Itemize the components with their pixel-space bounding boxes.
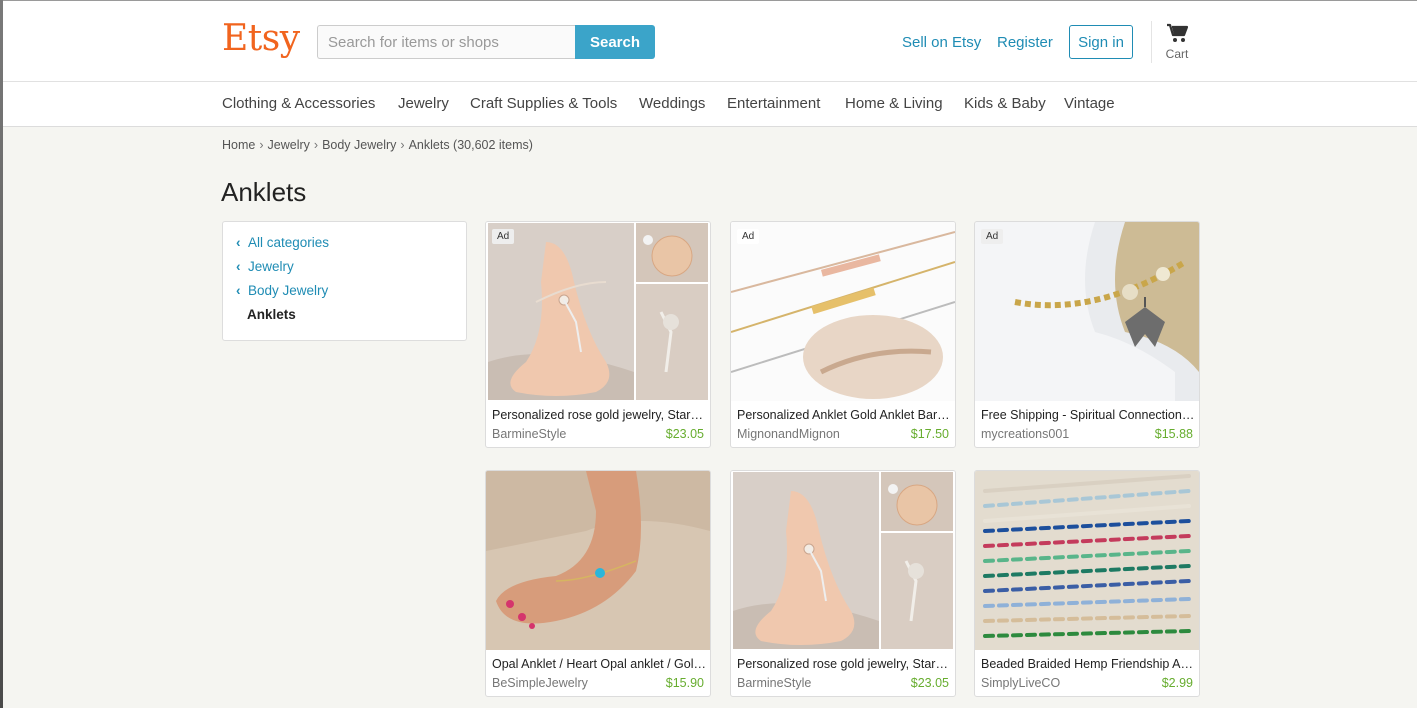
sidebar-body-jewelry[interactable]: ‹ Body Jewelry (236, 283, 328, 298)
listing-card[interactable]: Ad Personalized rose gold jewelry, Starf… (485, 221, 711, 448)
chevron-left-icon: ‹ (236, 259, 241, 274)
listing-image[interactable] (731, 471, 955, 650)
listing-shop[interactable]: BarmineStyle (492, 427, 566, 441)
cart-icon (1167, 23, 1188, 42)
listing-card[interactable]: Ad Free Shipping - Spiritual Connection … (974, 221, 1200, 448)
breadcrumb-separator: › (313, 138, 319, 152)
listing-price: $15.88 (1154, 427, 1193, 441)
sidebar-jewelry[interactable]: ‹ Jewelry (236, 259, 294, 274)
category-sidebar: ‹ All categories ‹ Jewelry ‹ Body Jewelry A… (222, 221, 467, 341)
site-header: Etsy Search Sell on Etsy Register Sign i… (3, 1, 1417, 82)
breadcrumb-jewelry[interactable]: Jewelry (268, 138, 310, 152)
sell-on-etsy-link[interactable]: Sell on Etsy (902, 34, 981, 51)
listing-title[interactable]: Personalized rose gold jewelry, Starfish… (492, 408, 706, 422)
cat-kids-baby[interactable]: Kids & Baby (964, 95, 1046, 112)
ad-badge: Ad (492, 229, 515, 244)
listing-price: $23.05 (910, 676, 949, 690)
listing-image[interactable]: Ad (731, 222, 955, 401)
listing-title[interactable]: Personalized Anklet Gold Anklet Bar Ankl… (737, 408, 951, 422)
cat-jewelry[interactable]: Jewelry (398, 95, 449, 112)
sidebar-all-categories[interactable]: ‹ All categories (236, 235, 329, 250)
cart-button[interactable]: Cart (1163, 23, 1191, 61)
sidebar-item-label: Jewelry (248, 259, 294, 274)
listing-shop[interactable]: BeSimpleJewelry (492, 676, 588, 690)
listing-shop[interactable]: MignonandMignon (737, 427, 840, 441)
page-title: Anklets (221, 177, 307, 207)
ad-badge: Ad (981, 229, 1004, 244)
listing-price: $2.99 (1161, 676, 1193, 690)
listing-card[interactable]: Ad Personalized Anklet Gold Anklet Bar A… (730, 221, 956, 448)
search-input[interactable] (317, 25, 576, 59)
cat-vintage[interactable]: Vintage (1064, 95, 1115, 112)
etsy-logo[interactable]: Etsy (222, 18, 300, 59)
listing-shop[interactable]: mycreations001 (981, 427, 1069, 441)
sign-in-button[interactable]: Sign in (1069, 25, 1133, 59)
listing-title[interactable]: Personalized rose gold jewelry, Starfish… (737, 657, 951, 671)
cat-weddings[interactable]: Weddings (639, 95, 705, 112)
listing-shop[interactable]: SimplyLiveCO (981, 676, 1060, 690)
cat-entertainment[interactable]: Entertainment (727, 95, 820, 112)
cat-craft-supplies[interactable]: Craft Supplies & Tools (470, 95, 617, 112)
listing-image[interactable]: Ad (486, 222, 710, 401)
register-link[interactable]: Register (997, 34, 1053, 51)
ad-badge: Ad (737, 229, 760, 244)
listing-price: $23.05 (665, 427, 704, 441)
cart-label: Cart (1165, 47, 1189, 61)
cat-home-living[interactable]: Home & Living (845, 95, 943, 112)
listing-card[interactable]: Personalized rose gold jewelry, Starfish… (730, 470, 956, 697)
chevron-left-icon: ‹ (236, 235, 241, 250)
category-nav: Clothing & Accessories Jewelry Craft Sup… (3, 82, 1417, 127)
breadcrumb-separator: › (400, 138, 405, 152)
listing-image[interactable] (486, 471, 710, 650)
listing-title[interactable]: Opal Anklet / Heart Opal anklet / Gold a… (492, 657, 706, 671)
breadcrumb-separator: › (259, 138, 264, 152)
listing-image[interactable] (975, 471, 1199, 650)
breadcrumb-current: Anklets (30,602 items) (408, 138, 533, 152)
listing-card[interactable]: Opal Anklet / Heart Opal anklet / Gold a… (485, 470, 711, 697)
sidebar-current-anklets: Anklets (247, 307, 296, 322)
listing-title[interactable]: Free Shipping - Spiritual Connection But… (981, 408, 1195, 422)
listing-image[interactable]: Ad (975, 222, 1199, 401)
breadcrumb: Home › Jewelry › Body Jewelry › Anklets (30,60… (222, 138, 533, 152)
breadcrumb-home[interactable]: Home (222, 138, 255, 152)
search-bar: Search (317, 25, 655, 59)
breadcrumb-body-jewelry[interactable]: Body Jewelry (322, 138, 396, 152)
header-divider (1151, 21, 1152, 63)
listing-price: $15.90 (665, 676, 704, 690)
sidebar-item-label: Body Jewelry (248, 283, 329, 298)
search-button[interactable]: Search (575, 25, 655, 59)
sidebar-item-label: All categories (248, 235, 330, 250)
chevron-left-icon: ‹ (236, 283, 241, 298)
listing-title[interactable]: Beaded Braided Hemp Friendship Anklet (981, 657, 1195, 671)
listing-price: $17.50 (910, 427, 949, 441)
cat-clothing-accessories[interactable]: Clothing & Accessories (222, 95, 375, 112)
listing-card[interactable]: Beaded Braided Hemp Friendship Anklet Si… (974, 470, 1200, 697)
listing-shop[interactable]: BarmineStyle (737, 676, 811, 690)
